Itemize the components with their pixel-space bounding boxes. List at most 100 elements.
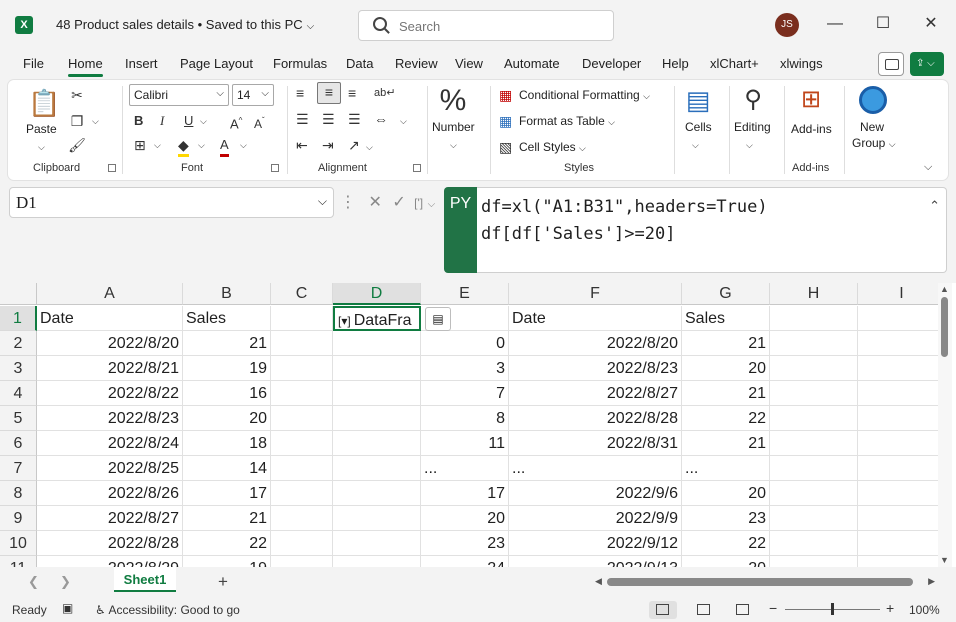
grid-cell-b4[interactable]: 16 bbox=[183, 381, 271, 406]
name-box[interactable]: D1 ⌵ bbox=[9, 187, 334, 218]
fill-color-icon[interactable]: ◆ bbox=[178, 136, 189, 157]
dialog-launcher-icon[interactable] bbox=[271, 164, 279, 172]
decrease-indent-icon[interactable]: ⇤ bbox=[296, 136, 308, 154]
increase-indent-icon[interactable]: ⇥ bbox=[322, 136, 334, 154]
next-sheet-icon[interactable]: ❯ bbox=[60, 574, 71, 590]
grid-cell-a11[interactable]: 2022/8/29 bbox=[37, 556, 183, 567]
new-group-icon[interactable] bbox=[859, 86, 887, 114]
cancel-icon[interactable]: ✕ bbox=[368, 194, 381, 211]
zoom-level[interactable]: 100% bbox=[909, 603, 940, 617]
grid-cell-h4[interactable] bbox=[770, 381, 858, 406]
vertical-scroll-thumb[interactable] bbox=[941, 297, 948, 357]
grid-cell-b1[interactable]: Sales bbox=[183, 306, 271, 331]
copy-icon[interactable]: ❐ bbox=[68, 112, 86, 130]
grid-cell-b6[interactable]: 18 bbox=[183, 431, 271, 456]
more-icon[interactable]: ⋮ bbox=[340, 194, 356, 211]
grid-cell-i11[interactable] bbox=[858, 556, 946, 567]
format-as-table-button[interactable]: Format as Table ⌵ bbox=[519, 114, 615, 128]
row-header[interactable]: 8 bbox=[0, 481, 37, 506]
grid-cell-h3[interactable] bbox=[770, 356, 858, 381]
select-all-corner[interactable] bbox=[0, 283, 37, 305]
grid-cell-c11[interactable] bbox=[271, 556, 333, 567]
vertical-scrollbar[interactable]: ▲ ▼ bbox=[938, 283, 952, 567]
grid-cell-g8[interactable]: 20 bbox=[682, 481, 770, 506]
tab-formulas[interactable]: Formulas bbox=[273, 56, 327, 71]
grid-cell-f4[interactable]: 2022/8/27 bbox=[509, 381, 682, 406]
grid-cell-f1[interactable]: Date bbox=[509, 306, 682, 331]
grid-cell-f2[interactable]: 2022/8/20 bbox=[509, 331, 682, 356]
active-cell-python-dataframe[interactable]: [▾] DataFra bbox=[333, 306, 421, 331]
column-header-d[interactable]: D bbox=[333, 283, 421, 305]
grid-cell-g10[interactable]: 22 bbox=[682, 531, 770, 556]
italic-button[interactable]: I bbox=[160, 112, 164, 130]
scroll-left-icon[interactable]: ◀ bbox=[595, 576, 602, 587]
grid-cell-b11[interactable]: 19 bbox=[183, 556, 271, 567]
grid-cell-f9[interactable]: 2022/9/9 bbox=[509, 506, 682, 531]
row-header[interactable]: 1 bbox=[0, 306, 37, 331]
cell-styles-button[interactable]: Cell Styles ⌵ bbox=[519, 140, 586, 154]
font-name-select[interactable]: Calibri ⌵ bbox=[129, 84, 229, 106]
grid-cell-i5[interactable] bbox=[858, 406, 946, 431]
grid-cell-c1[interactable] bbox=[271, 306, 333, 331]
column-header-i[interactable]: I bbox=[858, 283, 946, 305]
add-sheet-button[interactable]: + bbox=[218, 572, 228, 592]
paste-button[interactable]: Paste bbox=[26, 122, 57, 136]
tab-view[interactable]: View bbox=[455, 56, 483, 71]
grid-cell-b7[interactable]: 14 bbox=[183, 456, 271, 481]
minimize-button[interactable]: — bbox=[824, 12, 846, 36]
column-header-e[interactable]: E bbox=[421, 283, 509, 305]
grid-cell-i8[interactable] bbox=[858, 481, 946, 506]
row-header[interactable]: 6 bbox=[0, 431, 37, 456]
tab-xlchart[interactable]: xlChart+ bbox=[710, 56, 759, 71]
conditional-formatting-button[interactable]: Conditional Formatting ⌵ bbox=[519, 88, 650, 102]
page-layout-view-icon[interactable] bbox=[690, 601, 718, 619]
grid-cell-b2[interactable]: 21 bbox=[183, 331, 271, 356]
scroll-up-icon[interactable]: ▲ bbox=[940, 284, 949, 294]
grid-cell-i6[interactable] bbox=[858, 431, 946, 456]
grid-cell-b9[interactable]: 21 bbox=[183, 506, 271, 531]
merge-center-icon[interactable]: ⇔ bbox=[374, 110, 388, 128]
new-group-label-1[interactable]: New bbox=[860, 120, 884, 134]
spreadsheet-grid[interactable]: ABCDEFGHI 1 Date Sales [▾] DataFra Date Sales 2… bbox=[0, 283, 956, 567]
card-view-icon[interactable]: ▤ bbox=[425, 307, 451, 331]
cell-styles-icon[interactable]: ▧ bbox=[499, 138, 512, 156]
chevron-down-icon[interactable]: ⌵ bbox=[428, 199, 436, 210]
grid-cell-c2[interactable] bbox=[271, 331, 333, 356]
grid-cell-g1[interactable]: Sales bbox=[682, 306, 770, 331]
grid-cell-b10[interactable]: 22 bbox=[183, 531, 271, 556]
add-ins-icon[interactable]: ⊞ bbox=[796, 84, 826, 116]
format-table-icon[interactable]: ▦ bbox=[499, 112, 512, 130]
chevron-down-icon[interactable]: ⌵ bbox=[38, 138, 45, 156]
grid-cell-b8[interactable]: 17 bbox=[183, 481, 271, 506]
grid-cell-a6[interactable]: 2022/8/24 bbox=[37, 431, 183, 456]
grid-cell-d9[interactable] bbox=[333, 506, 421, 531]
grid-cell-c8[interactable] bbox=[271, 481, 333, 506]
column-header-b[interactable]: B bbox=[183, 283, 271, 305]
tab-help[interactable]: Help bbox=[662, 56, 689, 71]
grid-cell-g5[interactable]: 22 bbox=[682, 406, 770, 431]
avatar[interactable]: JS bbox=[775, 13, 799, 37]
chevron-down-icon[interactable]: ⌵ bbox=[240, 136, 247, 154]
chevron-down-icon[interactable]: ⌵ bbox=[746, 136, 753, 154]
grid-cell-b3[interactable]: 19 bbox=[183, 356, 271, 381]
chevron-down-icon[interactable]: ⌵ bbox=[154, 136, 161, 154]
zoom-in-button[interactable]: + bbox=[886, 600, 894, 616]
grid-cell-h1[interactable] bbox=[770, 306, 858, 331]
tab-file[interactable]: File bbox=[23, 56, 44, 71]
grid-cell-g4[interactable]: 21 bbox=[682, 381, 770, 406]
grid-cell-a1[interactable]: Date bbox=[37, 306, 183, 331]
grid-cell-c5[interactable] bbox=[271, 406, 333, 431]
align-right-icon[interactable]: ☰ bbox=[348, 110, 361, 128]
column-header-f[interactable]: F bbox=[509, 283, 682, 305]
grid-cell-a10[interactable]: 2022/8/28 bbox=[37, 531, 183, 556]
add-ins-button[interactable]: Add-ins bbox=[791, 122, 832, 136]
align-top-icon[interactable]: ≡ bbox=[296, 84, 304, 102]
align-bottom-icon[interactable]: ≡ bbox=[348, 84, 356, 102]
font-color-icon[interactable]: A bbox=[220, 136, 229, 157]
horizontal-scrollbar[interactable]: ◀ ▶ bbox=[595, 576, 935, 588]
tab-xlwings[interactable]: xlwings bbox=[780, 56, 823, 71]
grid-cell-f5[interactable]: 2022/8/28 bbox=[509, 406, 682, 431]
grid-cell-f11[interactable]: 2022/9/13 bbox=[509, 556, 682, 567]
grid-cell-e11[interactable]: 24 bbox=[421, 556, 509, 567]
dialog-launcher-icon[interactable] bbox=[108, 164, 116, 172]
